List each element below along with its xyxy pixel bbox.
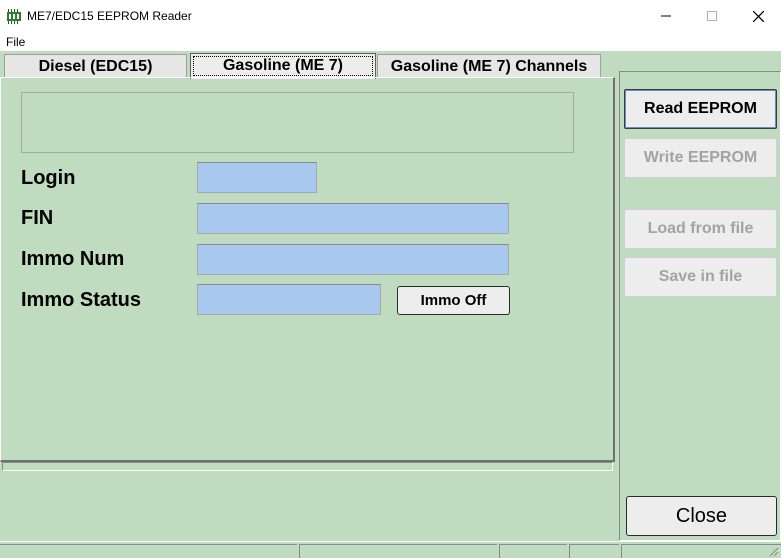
immo-status-label: Immo Status	[21, 289, 142, 311]
read-eeprom-button[interactable]: Read EEPROM	[624, 89, 777, 129]
status-segment	[569, 544, 619, 558]
fin-input[interactable]	[197, 203, 509, 234]
close-icon	[752, 10, 764, 22]
status-bar	[0, 541, 781, 558]
minimize-icon	[661, 15, 671, 17]
chip-icon	[6, 8, 22, 24]
maximize-icon	[707, 11, 717, 21]
immo-off-button[interactable]: Immo Off	[397, 286, 510, 315]
load-from-file-button[interactable]: Load from file	[624, 209, 777, 249]
save-in-file-button[interactable]: Save in file	[624, 257, 777, 297]
tab-diesel-edc15[interactable]: Diesel (EDC15)	[4, 54, 187, 78]
fin-label: FIN	[21, 207, 54, 229]
tab-label: Gasoline (ME 7) Channels	[390, 58, 588, 75]
write-eeprom-button[interactable]: Write EEPROM	[624, 138, 777, 178]
resize-grip-icon[interactable]	[767, 544, 779, 557]
close-window-button[interactable]	[735, 0, 781, 32]
status-segment	[621, 544, 781, 558]
login-label: Login	[21, 167, 76, 189]
menu-file[interactable]: File	[6, 35, 25, 49]
status-segment	[499, 544, 567, 558]
tab-label: Gasoline (ME 7)	[222, 57, 344, 74]
immo-num-label: Immo Num	[21, 248, 125, 270]
status-segment	[0, 544, 297, 558]
login-input[interactable]	[197, 162, 317, 193]
immo-num-input[interactable]	[197, 244, 509, 275]
menu-bar: File	[0, 32, 781, 51]
tab-focus-outline: Gasoline (ME 7)	[193, 56, 373, 76]
immo-status-input[interactable]	[197, 284, 381, 315]
tab-label: Diesel (EDC15)	[38, 58, 153, 75]
maximize-button[interactable]	[689, 0, 735, 32]
tab-gasoline-me7-channels[interactable]: Gasoline (ME 7) Channels	[377, 54, 601, 78]
close-button[interactable]: Close	[626, 496, 777, 536]
info-box	[21, 92, 574, 153]
minimize-button[interactable]	[643, 0, 689, 32]
title-bar: ME7/EDC15 EEPROM Reader	[0, 0, 781, 32]
window-title: ME7/EDC15 EEPROM Reader	[27, 9, 192, 23]
progress-strip	[2, 462, 613, 471]
tab-gasoline-me7[interactable]: Gasoline (ME 7)	[190, 53, 376, 79]
status-segment	[299, 544, 497, 558]
